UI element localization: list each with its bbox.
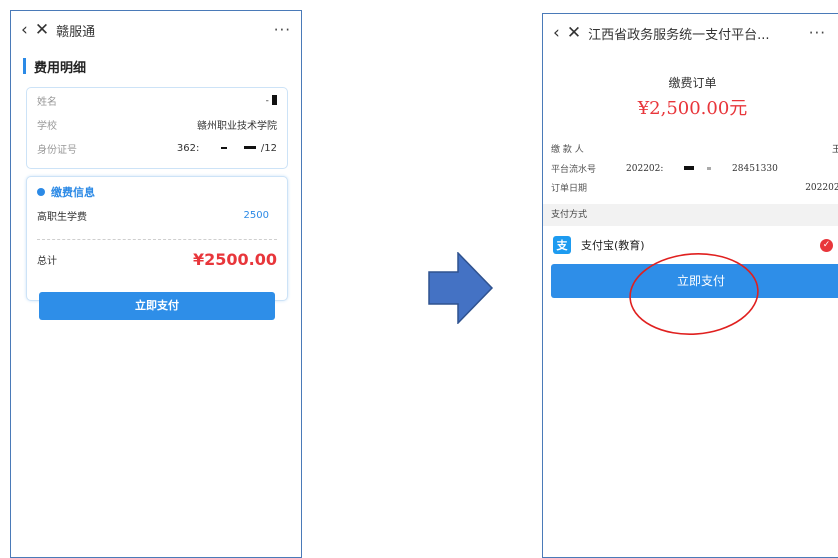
school-value: 赣州职业技术学院 (197, 120, 277, 132)
id-row: 身份证号 362: /12 (27, 136, 287, 160)
serial-row: 平台流水号 202202: 28451330 (551, 162, 838, 176)
right-top-bar: ‹ ✕ 江西省政务服务统一支付平台... ··· (543, 14, 838, 52)
payment-section-title: 缴费信息 (27, 177, 287, 200)
total-label: 总计 (37, 256, 57, 267)
close-icon[interactable]: ✕ (567, 24, 581, 42)
section-heading: 费用明细 (23, 57, 301, 76)
serial-value: 202202: 28451330 (626, 163, 778, 174)
school-row: 学校 赣州职业技术学院 (27, 112, 287, 136)
id-label: 身份证号 (37, 144, 77, 156)
more-icon[interactable]: ··· (274, 21, 291, 39)
redaction-mark (684, 166, 695, 170)
redaction-mark (220, 146, 227, 149)
dot-icon (37, 188, 45, 196)
fee-row: 高职生学费 2500 (27, 200, 287, 223)
total-row: 总计 ¥2500.00 (27, 240, 287, 269)
alipay-icon: 支 (553, 236, 571, 254)
left-phone-screen: ‹ ✕ 赣服通 ··· 费用明细 姓名 - 学校 赣州职业技术学院 身份证号 3… (10, 10, 302, 558)
page-title: 江西省政务服务统一支付平台... (588, 27, 770, 43)
redaction-mark (243, 146, 256, 149)
total-amount: ¥2500.00 (192, 250, 277, 269)
date-row: 订单日期 20220225 (551, 181, 838, 195)
back-icon[interactable]: ‹ (21, 21, 28, 39)
payer-value: 王 (832, 142, 838, 155)
payer-row: 缴 款 人 王 (551, 142, 838, 155)
redaction-mark (272, 94, 277, 105)
order-title: 缴费订单 (668, 76, 717, 90)
pay-now-button[interactable]: 立即支付 (39, 292, 275, 320)
more-icon[interactable]: ··· (809, 24, 826, 42)
right-arrow-icon (428, 252, 494, 324)
payment-method-header: 支付方式 (543, 204, 838, 226)
school-label: 学校 (37, 120, 57, 132)
order-amount: ¥2,500.00元 (637, 98, 748, 119)
check-icon: ✓ (820, 238, 833, 252)
name-label: 姓名 (37, 96, 57, 108)
date-value: 20220225 (805, 182, 838, 193)
close-icon[interactable]: ✕ (35, 21, 49, 39)
date-label: 订单日期 (551, 184, 588, 194)
redaction-mark (707, 166, 712, 170)
name-row: 姓名 - (27, 88, 287, 112)
heading-accent-bar (23, 58, 26, 74)
payer-label: 缴 款 人 (551, 145, 584, 155)
left-top-bar: ‹ ✕ 赣服通 ··· (11, 11, 301, 49)
name-value: - (266, 94, 277, 106)
section-heading-text: 费用明细 (34, 60, 87, 76)
student-info-card: 姓名 - 学校 赣州职业技术学院 身份证号 362: /12 (26, 87, 288, 169)
fee-label: 高职生学费 (37, 212, 87, 223)
app-title: 赣服通 (56, 24, 96, 40)
id-value: 362: /12 (176, 142, 277, 154)
fee-amount: 2500 (243, 210, 269, 221)
serial-label: 平台流水号 (551, 165, 597, 175)
annotation-circle (629, 253, 759, 335)
back-icon[interactable]: ‹ (553, 24, 560, 42)
payment-info-card: 缴费信息 高职生学费 2500 总计 ¥2500.00 立即支付 (26, 176, 288, 320)
